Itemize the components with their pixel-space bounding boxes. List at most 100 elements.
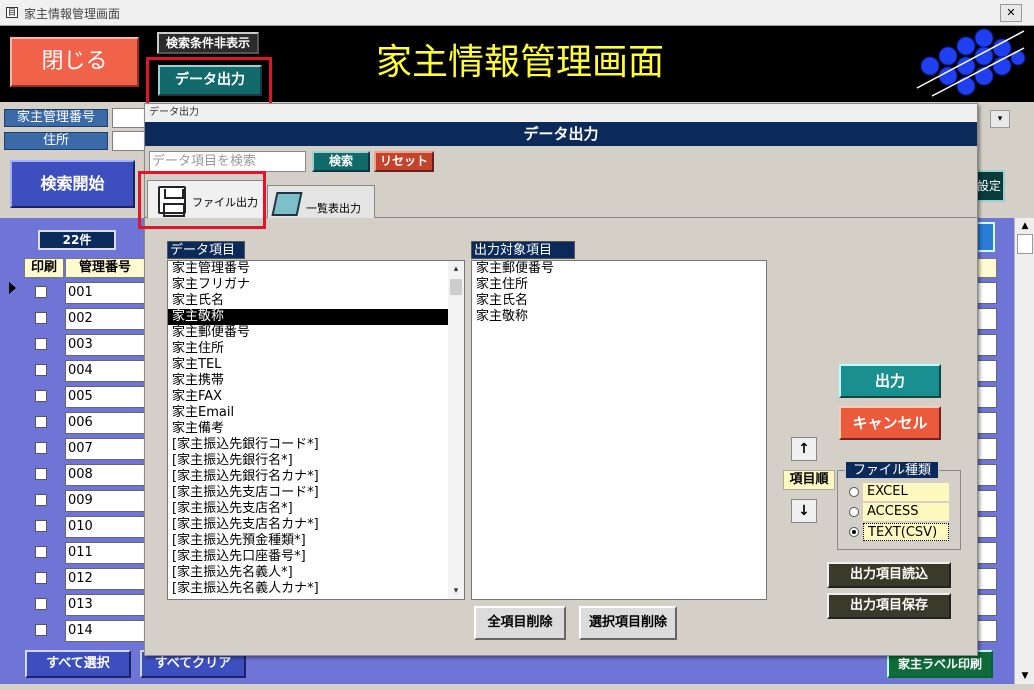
reset-button[interactable]: リセット [374, 151, 434, 172]
delete-selected-items-button[interactable]: 選択項目削除 [579, 606, 677, 640]
list-scroll-up-icon[interactable]: ▴ [448, 261, 464, 277]
main-scrollbar[interactable]: ▲ ▼ [1014, 218, 1034, 684]
list-item[interactable]: [家主振込先名義人カナ*] [168, 581, 448, 597]
row-print-checkbox[interactable] [35, 390, 47, 402]
row-right-cell[interactable] [975, 360, 997, 382]
row-print-checkbox[interactable] [35, 546, 47, 558]
row-print-checkbox[interactable] [35, 520, 47, 532]
scroll-thumb[interactable] [1017, 234, 1033, 254]
row-right-cell[interactable] [975, 386, 997, 408]
list-item[interactable]: 家主フリガナ [168, 277, 448, 293]
row-right-cell[interactable] [975, 334, 997, 356]
row-right-cell[interactable] [975, 282, 997, 304]
output-button[interactable]: 出力 [839, 364, 941, 398]
row-print-checkbox[interactable] [35, 572, 47, 584]
row-owner-id[interactable]: 002 [65, 308, 145, 330]
row-owner-id[interactable]: 011 [65, 542, 145, 564]
row-owner-id[interactable]: 003 [65, 334, 145, 356]
scroll-up-icon[interactable]: ▲ [1017, 218, 1033, 234]
row-print-checkbox[interactable] [35, 468, 47, 480]
item-search-button[interactable]: 検索 [312, 151, 370, 172]
row-owner-id[interactable]: 006 [65, 412, 145, 434]
row-owner-id[interactable]: 012 [65, 568, 145, 590]
row-right-cell[interactable] [975, 620, 997, 642]
row-owner-id[interactable]: 014 [65, 620, 145, 642]
list-item[interactable]: [家主振込先支店名*] [168, 501, 448, 517]
row-print-checkbox[interactable] [35, 494, 47, 506]
row-right-cell[interactable] [975, 412, 997, 434]
save-output-items-button[interactable]: 出力項目保存 [827, 593, 951, 619]
list-item[interactable]: [家主振込先銀行名*] [168, 453, 448, 469]
row-print-checkbox[interactable] [35, 416, 47, 428]
file-type-access[interactable]: ACCESS [863, 503, 949, 521]
address-input[interactable] [112, 131, 146, 151]
list-item[interactable]: [家主振込先支店コード*] [168, 485, 448, 501]
list-item[interactable]: [家主振込先預金種類*] [168, 533, 448, 549]
row-owner-id[interactable]: 001 [65, 282, 145, 304]
row-owner-id[interactable]: 010 [65, 516, 145, 538]
row-right-cell[interactable] [975, 308, 997, 330]
row-print-checkbox[interactable] [35, 286, 47, 298]
row-right-cell[interactable] [975, 542, 997, 564]
list-scroll-thumb[interactable] [450, 279, 462, 295]
list-item[interactable]: [家主振込先支店名カナ*] [168, 517, 448, 533]
list-item[interactable]: 家主郵便番号 [472, 261, 766, 277]
row-print-checkbox[interactable] [35, 364, 47, 376]
row-right-cell[interactable] [975, 438, 997, 460]
row-right-cell[interactable] [975, 516, 997, 538]
list-item[interactable]: 家主TEL [168, 357, 448, 373]
row-owner-id[interactable]: 004 [65, 360, 145, 382]
radio-excel[interactable] [849, 487, 859, 497]
list-item[interactable]: 家主郵便番号 [168, 325, 448, 341]
output-items-list[interactable]: 家主郵便番号 家主住所 家主氏名 家主敬称 [471, 260, 767, 600]
item-search-input[interactable]: データ項目を検索 [149, 151, 306, 172]
list-item[interactable]: 家主氏名 [168, 293, 448, 309]
list-item[interactable]: [家主振込先口座番号*] [168, 549, 448, 565]
row-right-cell[interactable] [975, 464, 997, 486]
list-item[interactable]: [家主振込先銀行名カナ*] [168, 469, 448, 485]
list-item[interactable]: 家主住所 [472, 277, 766, 293]
list-item[interactable]: 家主敬称 [168, 309, 448, 325]
row-owner-id[interactable]: 009 [65, 490, 145, 512]
cancel-button[interactable]: キャンセル [839, 406, 941, 440]
move-up-button[interactable]: ↑ [791, 437, 817, 461]
list-item[interactable]: 家主住所 [168, 341, 448, 357]
row-right-cell[interactable] [975, 594, 997, 616]
chevron-down-icon[interactable]: ▾ [990, 110, 1010, 128]
row-owner-id[interactable]: 007 [65, 438, 145, 460]
list-item[interactable]: [家主振込先銀行コード*] [168, 437, 448, 453]
list-item[interactable]: 家主Email [168, 405, 448, 421]
list-item[interactable]: 家主管理番号 [168, 261, 448, 277]
file-type-text-csv[interactable]: TEXT(CSV) [863, 523, 949, 541]
delete-all-items-button[interactable]: 全項目削除 [474, 606, 566, 640]
radio-access[interactable] [849, 507, 859, 517]
row-print-checkbox[interactable] [35, 598, 47, 610]
row-print-checkbox[interactable] [35, 624, 47, 636]
select-all-button[interactable]: すべて選択 [25, 650, 131, 678]
close-button[interactable]: 閉じる [10, 37, 139, 87]
radio-text-csv[interactable] [849, 527, 859, 537]
list-item[interactable]: 家主備考 [168, 421, 448, 437]
list-item[interactable]: 家主敬称 [472, 309, 766, 325]
owner-id-input[interactable] [112, 108, 146, 128]
move-down-button[interactable]: ↓ [791, 499, 817, 523]
row-right-cell[interactable] [975, 568, 997, 590]
hide-search-conditions-button[interactable]: 検索条件非表示 [157, 32, 259, 54]
data-items-list[interactable]: 家主管理番号 家主フリガナ 家主氏名 家主敬称 家主郵便番号 家主住所 家主TEL 家主携帯家… [167, 260, 465, 600]
load-output-items-button[interactable]: 出力項目読込 [827, 562, 951, 588]
settings-button[interactable]: 設定 [975, 170, 1005, 202]
list-item[interactable]: [家主振込先名義人*] [168, 565, 448, 581]
row-print-checkbox[interactable] [35, 442, 47, 454]
search-start-button[interactable]: 検索開始 [10, 160, 135, 208]
list-scroll-down-icon[interactable]: ▾ [448, 583, 464, 599]
row-owner-id[interactable]: 008 [65, 464, 145, 486]
row-owner-id[interactable]: 005 [65, 386, 145, 408]
scroll-down-icon[interactable]: ▼ [1017, 668, 1033, 684]
data-items-scrollbar[interactable]: ▴ ▾ [448, 261, 464, 599]
window-close-button[interactable]: ✕ [1000, 4, 1022, 22]
row-print-checkbox[interactable] [35, 338, 47, 350]
list-item[interactable]: 家主FAX [168, 389, 448, 405]
list-item[interactable]: 家主携帯 [168, 373, 448, 389]
row-print-checkbox[interactable] [35, 312, 47, 324]
file-type-excel[interactable]: EXCEL [863, 483, 949, 501]
